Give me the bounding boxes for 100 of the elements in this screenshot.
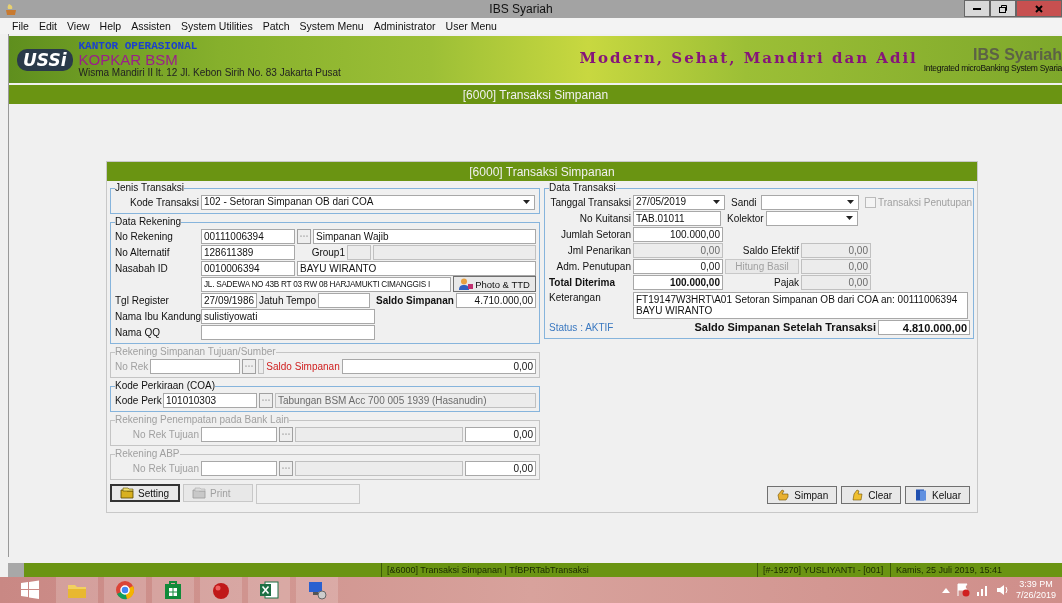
clear-button[interactable]: Clear — [841, 486, 902, 504]
field-label: No Alternatif — [115, 246, 171, 258]
input-field[interactable]: TAB.01011 — [633, 210, 721, 226]
menu-item[interactable]: Administrator — [373, 20, 436, 32]
input-field[interactable]: 0,00 — [633, 258, 723, 274]
field-label: Tgl Register — [115, 294, 170, 306]
browse-button[interactable] — [259, 392, 273, 408]
input-field[interactable]: JL. SADEWA NO 43B RT 03 RW 08 HARJAMUKTI CIMANGGIS I — [201, 276, 451, 292]
dropdown[interactable] — [765, 210, 858, 226]
window-title: IBS Syariah — [488, 2, 554, 16]
input-field[interactable] — [373, 244, 536, 260]
restore-icon — [998, 3, 1008, 14]
ball-icon — [211, 580, 231, 600]
group-legend: Rekening Simpanan Tujuan/Sumber — [115, 347, 276, 357]
input-field[interactable]: 0010006394 — [201, 260, 295, 276]
toolbar-button[interactable]: Setting — [110, 484, 180, 502]
input-field[interactable]: 128611389 — [201, 244, 295, 260]
close-icon — [1034, 3, 1044, 14]
flag-icon[interactable] — [955, 583, 970, 597]
input-field[interactable]: 00111006394 — [201, 228, 295, 244]
field-label: Kode Transaksi — [129, 196, 199, 208]
network-icon — [307, 580, 327, 600]
field-label: Nama Ibu Kandung — [115, 310, 199, 322]
folder-icon — [192, 487, 206, 499]
input-field[interactable]: 100.000,00 — [633, 274, 723, 290]
input-field[interactable]: 4.810.000,00 — [878, 319, 970, 335]
save-button[interactable]: Simpan — [767, 486, 838, 504]
caret-icon — [847, 200, 854, 204]
product-name: IBS Syariah — [973, 45, 1062, 64]
input-field[interactable] — [347, 244, 371, 260]
minimize-button[interactable] — [964, 0, 990, 17]
dropdown[interactable]: 27/05/2019 — [633, 194, 725, 210]
close-button[interactable] — [1016, 0, 1062, 17]
menu-item[interactable]: Assisten — [131, 20, 171, 32]
taskbar-icon[interactable] — [296, 577, 338, 603]
dropdown[interactable]: 102 - Setoran Simpanan OB dari COA — [201, 194, 535, 210]
input-field[interactable]: 100.000,00 — [633, 226, 723, 242]
taskbar-icon[interactable] — [248, 577, 290, 603]
input-field[interactable]: sulistiyowati — [201, 308, 375, 324]
caret-icon — [713, 200, 720, 204]
person-icon — [459, 278, 474, 290]
photo-button[interactable]: Photo & TTD — [453, 276, 536, 292]
company-address: Wisma Mandiri II lt. 12 Jl. Kebon Sirih No. 83 Jakarta Pusat — [78, 68, 341, 79]
input-field[interactable]: BAYU WIRANTO — [297, 260, 536, 276]
spreadsheet-icon — [259, 580, 279, 600]
restore-button[interactable] — [990, 0, 1016, 17]
menu-item[interactable]: Patch — [262, 20, 290, 32]
field-label: Sandi — [730, 196, 758, 208]
input-field[interactable]: 0,00 — [801, 242, 871, 258]
input-field[interactable]: 4.710.000,00 — [455, 292, 536, 308]
input-field[interactable] — [318, 292, 371, 308]
browser-icon — [115, 580, 135, 600]
input-field[interactable]: 0,00 — [801, 274, 871, 290]
group-legend: Rekening ABP — [115, 449, 180, 459]
input-field[interactable] — [201, 324, 375, 340]
logo: USSi — [17, 48, 73, 71]
field-label: Saldo Simpanan — [375, 294, 454, 306]
menu-item[interactable]: Help — [99, 20, 122, 32]
product-subtitle: Integrated microBanking System Syaria — [923, 63, 1062, 74]
menu-item[interactable]: System Menu — [299, 20, 364, 32]
company-name: KOPKAR BSM — [78, 52, 179, 69]
menu-item[interactable]: View — [67, 20, 90, 32]
input-field[interactable]: 27/09/1986 — [201, 292, 257, 308]
field-label: Saldo Efektif — [741, 244, 799, 256]
input-field[interactable]: Simpanan Wajib — [313, 228, 536, 244]
menu-item[interactable]: File — [12, 20, 29, 32]
menu-item[interactable]: Edit — [38, 20, 57, 32]
field-label: Nasabah ID — [115, 262, 169, 274]
signal-icon[interactable] — [975, 584, 990, 596]
field-label: Keterangan — [549, 292, 602, 303]
up-arrow-icon[interactable] — [941, 587, 950, 593]
field-label: Tanggal Transaksi — [549, 196, 631, 208]
field-label: Transaksi Penutupan — [878, 196, 973, 208]
input-field[interactable]: 0,00 — [633, 242, 723, 258]
taskbar-icon[interactable] — [152, 577, 194, 603]
group-legend: Data Transaksi — [549, 183, 616, 193]
group-legend: Data Rekening — [115, 217, 182, 227]
field-label: Group1 — [310, 246, 345, 258]
text-area[interactable]: FT19147W3HRT\A01 Setoran Simpanan OB dari COA an: 00111006394 BAYU WIRANTO — [633, 292, 968, 319]
menu-item[interactable]: User Menu — [445, 20, 497, 32]
group-legend: Rekening Penempatan pada Bank Lain — [115, 415, 290, 425]
taskbar-icon[interactable] — [104, 577, 146, 603]
dropdown[interactable] — [761, 194, 859, 210]
exit-button[interactable]: Keluar — [905, 486, 970, 504]
status-grip — [8, 563, 24, 577]
status-text: Status : AKTIF — [549, 321, 615, 333]
input-field[interactable]: Tabungan BSM Acc 700 005 1939 (Hasanudin) — [275, 392, 536, 408]
group-legend: Kode Perkiraan (COA) — [115, 381, 216, 391]
input-field[interactable]: 101010303 — [163, 392, 257, 408]
speaker-icon[interactable] — [995, 584, 1010, 596]
clock-date: 7/26/2019 — [1015, 590, 1056, 601]
group-legend: Jenis Transaksi — [115, 183, 184, 193]
taskbar-icon[interactable] — [200, 577, 242, 603]
menu-item[interactable]: System Utilities — [180, 20, 253, 32]
app-icon — [4, 2, 18, 16]
field-label: Kolektor — [726, 212, 764, 224]
field-label: Total Diterima — [549, 276, 616, 288]
browse-button[interactable] — [297, 228, 311, 244]
field-label: Saldo Simpanan — [266, 360, 340, 372]
store-icon — [163, 580, 183, 600]
